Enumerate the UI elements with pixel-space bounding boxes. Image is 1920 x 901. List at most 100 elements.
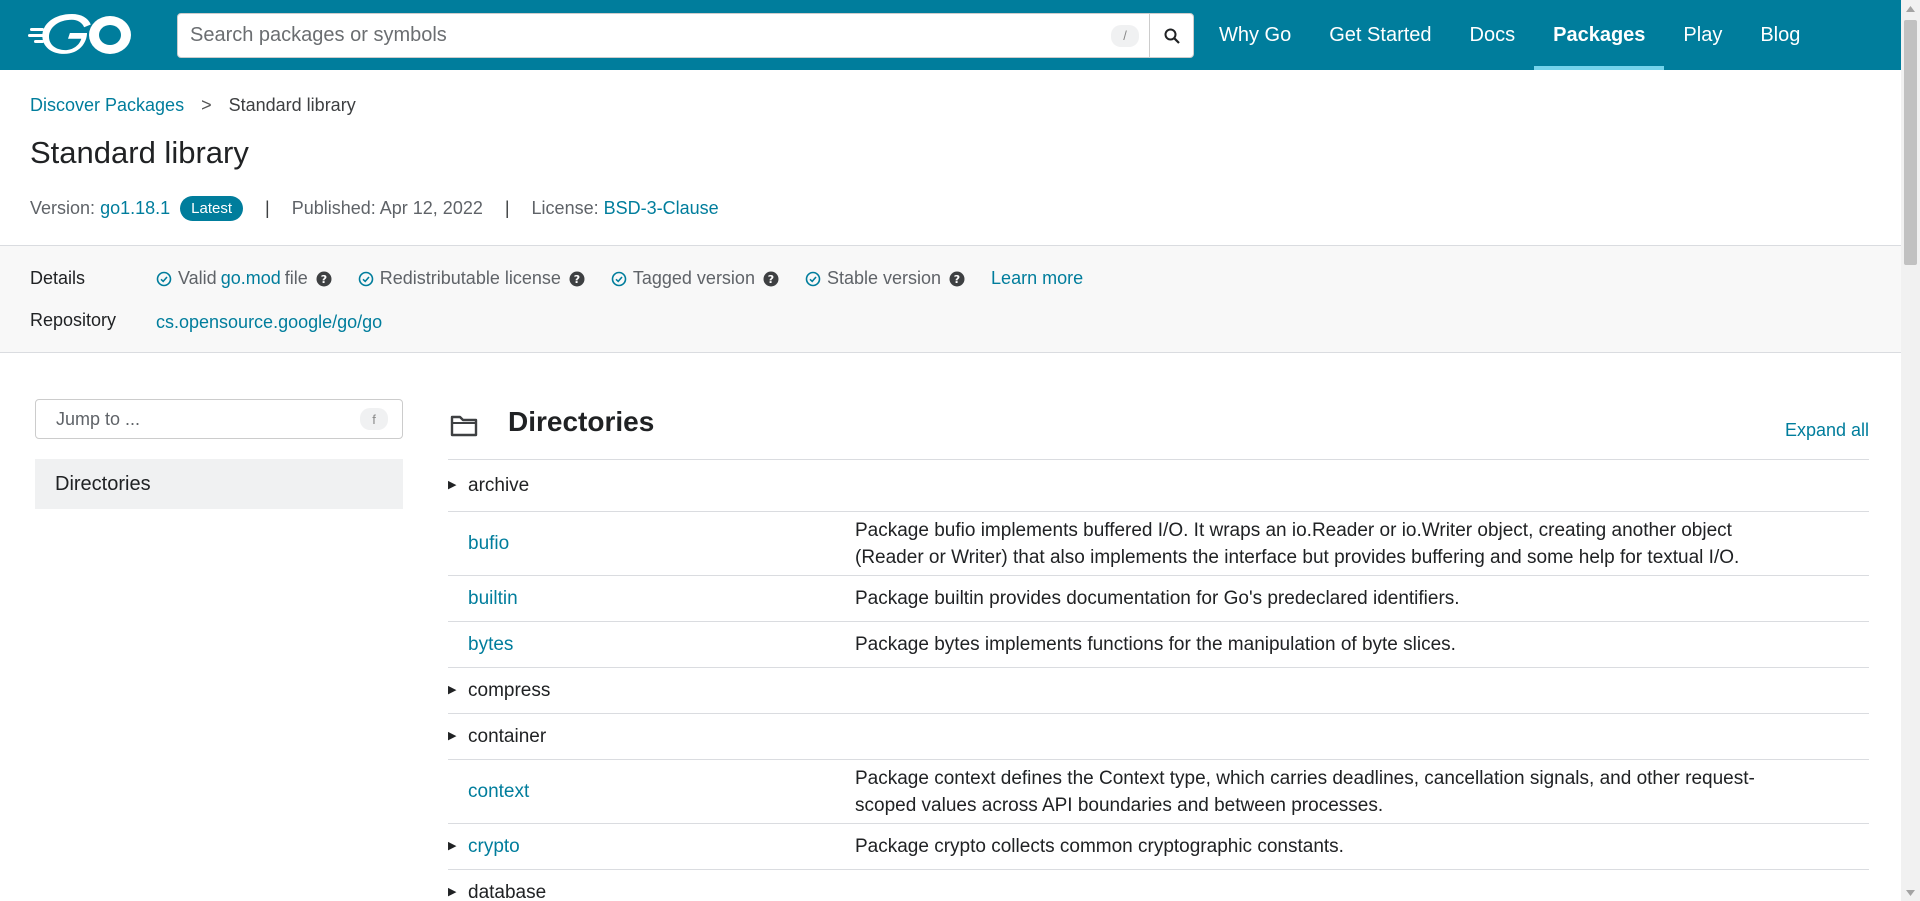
scroll-down-arrow-icon[interactable] xyxy=(1901,884,1920,901)
package-name[interactable]: archive xyxy=(468,475,529,496)
package-name-cell: context xyxy=(448,781,855,803)
table-row: context Package context defines the Conte… xyxy=(448,760,1869,824)
license-label: License: xyxy=(531,198,599,218)
directories-header: Directories Expand all xyxy=(448,400,1869,460)
check-circle-icon xyxy=(805,271,821,286)
stable-label: Stable version xyxy=(826,268,942,288)
latest-badge[interactable]: Latest xyxy=(180,196,244,221)
published-date: Published: Apr 12, 2022 xyxy=(291,198,483,218)
redistributable-label: Redistributable license xyxy=(379,268,561,288)
expand-arrow-icon[interactable]: ▶ xyxy=(448,683,456,696)
package-name[interactable]: builtin xyxy=(468,588,518,609)
package-name[interactable]: crypto xyxy=(468,836,520,857)
expand-arrow-icon[interactable]: ▶ xyxy=(448,729,456,742)
check-circle-icon xyxy=(611,271,627,286)
folder-icon xyxy=(450,415,478,437)
jump-shortcut-key: f xyxy=(360,408,388,430)
help-icon[interactable]: ? xyxy=(949,271,965,287)
nav-why-go[interactable]: Why Go xyxy=(1200,0,1310,70)
package-name[interactable]: bufio xyxy=(468,533,509,554)
expand-arrow-icon[interactable]: ▶ xyxy=(448,478,456,491)
tagged-version-check: Tagged version ? xyxy=(611,268,779,289)
package-description: Package builtin provides documentation f… xyxy=(855,588,1460,609)
expand-arrow-icon[interactable]: ▶ xyxy=(448,839,456,852)
svg-text:?: ? xyxy=(574,273,580,286)
directories-table: ▶ archive bufio Package bufio implements bu… xyxy=(448,459,1869,901)
expand-all-link[interactable]: Expand all xyxy=(1785,420,1869,441)
version-link[interactable]: go1.18.1 xyxy=(100,198,170,219)
breadcrumb-discover-packages[interactable]: Discover Packages xyxy=(30,95,184,115)
sidebar-item-directories[interactable]: Directories xyxy=(35,459,403,509)
page-title: Standard library xyxy=(30,135,249,170)
package-name[interactable]: compress xyxy=(468,680,550,701)
tagged-label: Tagged version xyxy=(632,268,755,288)
table-row: bytes Package bytes implements functions … xyxy=(448,622,1869,668)
search-icon xyxy=(1164,28,1180,44)
table-row: ▶ archive xyxy=(448,460,1869,512)
repository-label: Repository xyxy=(30,310,117,330)
directories-title: Directories xyxy=(508,406,655,437)
svg-text:?: ? xyxy=(954,273,960,286)
search-button[interactable] xyxy=(1149,14,1193,57)
help-icon[interactable]: ? xyxy=(316,271,332,287)
package-name-cell: bytes xyxy=(448,634,855,656)
package-name-cell: ▶ database xyxy=(448,882,855,901)
go-logo[interactable] xyxy=(28,14,136,56)
valid-gomod-check: Valid go.mod file ? xyxy=(156,268,332,289)
module-meta: Version: go1.18.1 Latest | Published: Ap… xyxy=(30,196,719,221)
redistributable-license-check: Redistributable license ? xyxy=(358,268,585,289)
meta-divider: | xyxy=(504,198,510,218)
page: / Why Go Get Started Docs Packages Play … xyxy=(0,0,1920,901)
package-description: Package bytes implements functions for t… xyxy=(855,634,1456,655)
breadcrumb-separator: > xyxy=(201,95,212,115)
table-row: ▶ database xyxy=(448,870,1869,901)
table-row: bufio Package bufio implements buffered I… xyxy=(448,512,1869,576)
package-description: Package bufio implements buffered I/O. I… xyxy=(855,519,1740,568)
scroll-up-arrow-icon[interactable] xyxy=(1901,0,1920,17)
package-name[interactable]: database xyxy=(468,882,546,901)
jump-to-input[interactable] xyxy=(36,408,360,430)
expand-arrow-icon[interactable]: ▶ xyxy=(448,885,456,898)
table-row: ▶ compress xyxy=(448,668,1869,714)
nav-packages[interactable]: Packages xyxy=(1534,0,1665,70)
nav-docs[interactable]: Docs xyxy=(1451,0,1535,70)
version-label: Version: xyxy=(30,198,96,218)
scroll-thumb[interactable] xyxy=(1904,20,1917,265)
jump-to-field: f xyxy=(35,399,403,439)
search-input[interactable] xyxy=(178,14,1111,57)
package-name[interactable]: container xyxy=(468,726,546,747)
page-scrollbar[interactable] xyxy=(1901,0,1920,901)
package-name-cell: bufio xyxy=(448,533,855,555)
nav-get-started[interactable]: Get Started xyxy=(1310,0,1450,70)
details-checks: Valid go.mod file ? Redistributable lice… xyxy=(156,268,1083,289)
valid-prefix: Valid xyxy=(178,268,217,288)
repository-link[interactable]: cs.opensource.google/go/go xyxy=(156,312,382,333)
table-row: ▶ crypto Package crypto collects common cr… xyxy=(448,824,1869,870)
package-name[interactable]: context xyxy=(468,781,529,802)
svg-text:?: ? xyxy=(768,273,774,286)
package-description: Package crypto collects common cryptogra… xyxy=(855,836,1344,857)
meta-divider: | xyxy=(265,198,270,218)
package-description: Package context defines the Context type… xyxy=(855,767,1755,816)
details-label: Details xyxy=(30,268,86,288)
breadcrumb: Discover Packages > Standard library xyxy=(30,95,356,116)
site-header: / Why Go Get Started Docs Packages Play … xyxy=(0,0,1901,70)
license-link[interactable]: BSD-3-Clause xyxy=(604,198,719,219)
search-bar: / xyxy=(177,13,1194,58)
learn-more-link[interactable]: Learn more xyxy=(991,268,1083,289)
check-circle-icon xyxy=(156,271,172,286)
main-nav: Why Go Get Started Docs Packages Play Bl… xyxy=(1200,0,1819,70)
package-name-cell: ▶ crypto xyxy=(448,836,855,858)
search-shortcut-key: / xyxy=(1111,24,1139,47)
help-icon[interactable]: ? xyxy=(569,271,585,287)
package-name-cell: builtin xyxy=(448,588,855,610)
package-name-cell: ▶ container xyxy=(448,726,855,748)
gomod-link[interactable]: go.mod xyxy=(221,268,281,289)
details-panel: Details Valid go.mod file ? Redistributa… xyxy=(0,245,1901,353)
nav-blog[interactable]: Blog xyxy=(1741,0,1819,70)
help-icon[interactable]: ? xyxy=(763,271,779,287)
nav-play[interactable]: Play xyxy=(1664,0,1741,70)
svg-text:?: ? xyxy=(321,273,327,286)
package-name[interactable]: bytes xyxy=(468,634,513,655)
package-name-cell: ▶ compress xyxy=(448,680,855,702)
